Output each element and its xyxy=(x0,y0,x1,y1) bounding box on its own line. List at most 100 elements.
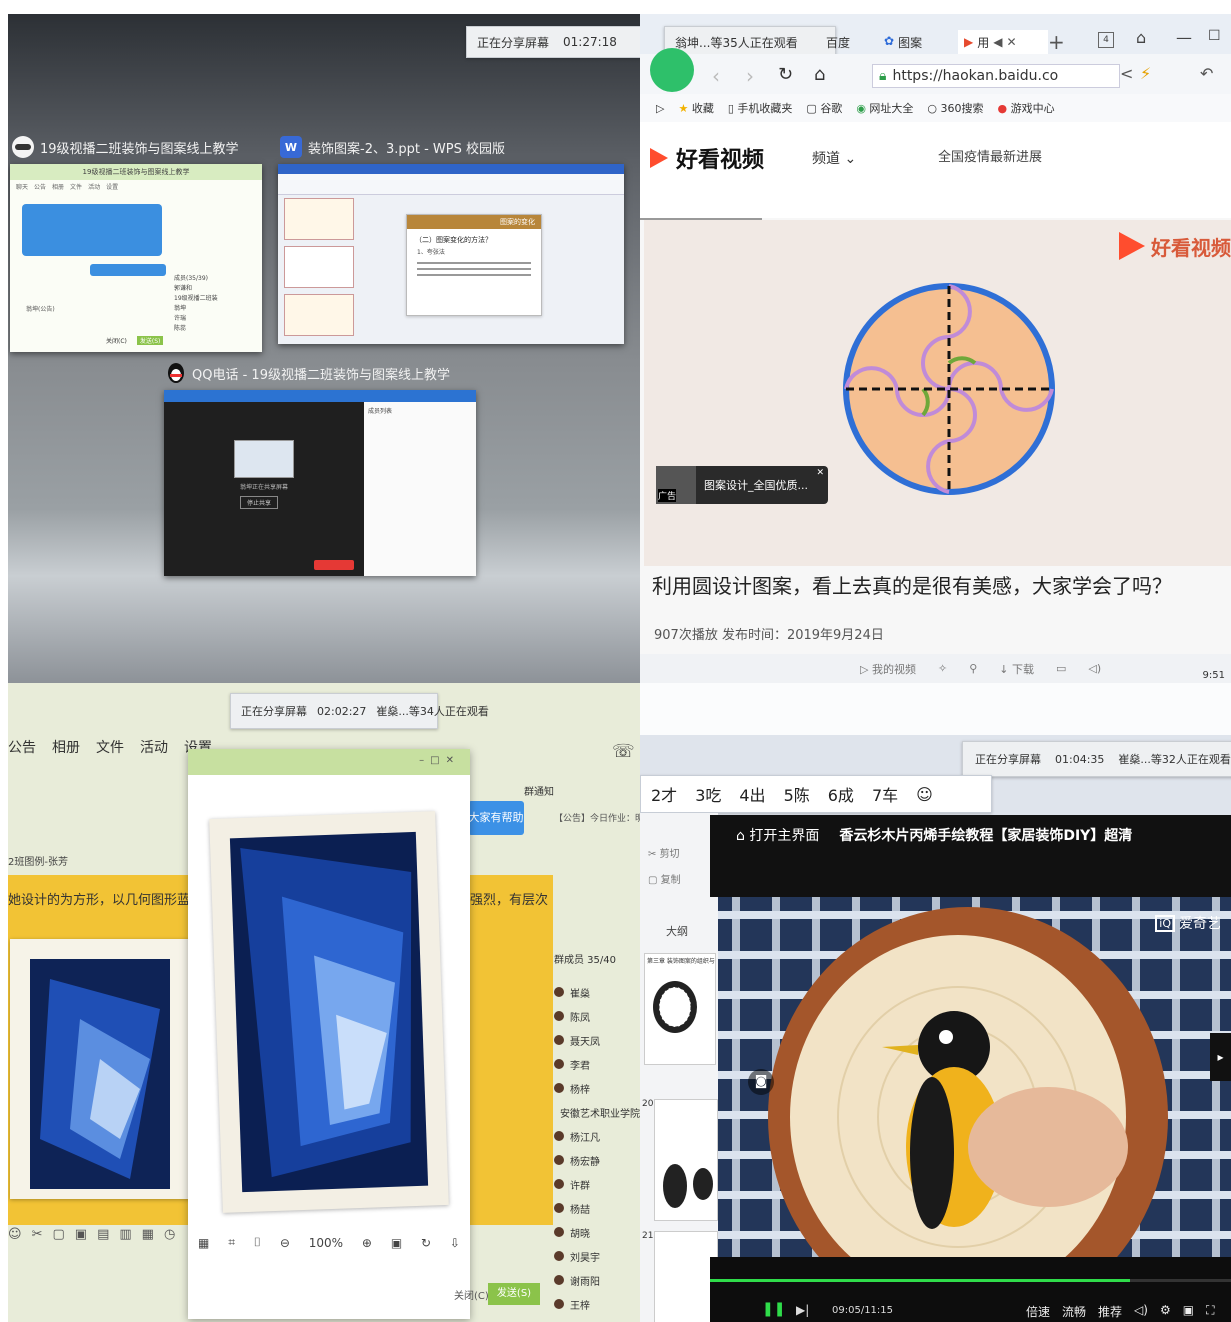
rotate-icon[interactable]: ↻ xyxy=(421,1236,431,1250)
close-button[interactable]: 关闭(C) xyxy=(454,1287,489,1302)
member-item[interactable]: 崔燊 xyxy=(554,980,640,1004)
slide-thumb[interactable] xyxy=(654,1099,718,1221)
original-size-icon[interactable]: ▣ xyxy=(391,1236,402,1250)
ime-candidate[interactable]: 3吃 xyxy=(695,782,721,806)
ppt-window-thumbnail[interactable]: 图案的变化 （二）图案变化的方法？ 1、夸张法 xyxy=(278,164,624,344)
site-logo[interactable]: 好看视频 xyxy=(648,142,764,174)
home-icon[interactable]: ⌂ xyxy=(814,64,825,85)
comment-icon[interactable]: ▭ xyxy=(1056,662,1066,675)
emoji-icon[interactable]: ☺ xyxy=(8,1227,22,1242)
bookmark-360[interactable]: ○ 360搜索 xyxy=(927,100,983,116)
quality-button[interactable]: 流畅 xyxy=(1062,1303,1086,1320)
ad-overlay[interactable]: 广告 图案设计_全国优质... ✕ xyxy=(656,466,828,504)
member-item[interactable]: 安徽艺术职业学院 xyxy=(554,1100,640,1124)
send-button[interactable]: 发送(S) xyxy=(488,1283,540,1305)
progress-track[interactable] xyxy=(710,1279,1231,1282)
volume-icon[interactable]: ◁) xyxy=(1088,662,1101,675)
share-icon[interactable]: < xyxy=(1120,64,1133,83)
bookmark-sites[interactable]: ◉ 网址大全 xyxy=(856,100,913,116)
scissors-icon[interactable]: ✂ xyxy=(32,1227,43,1242)
image-viewer-window[interactable]: –□✕ ▦ ⌗ ⌷ ⊖ 100% ⊕ ▣ ↻ ⇩ xyxy=(188,749,470,1319)
member-item[interactable]: 聂天凤 xyxy=(554,1028,640,1052)
fullscreen-icon[interactable]: ⛶ xyxy=(1206,1303,1214,1320)
student-artwork-thumbnail[interactable] xyxy=(10,939,190,1199)
copy-button[interactable]: ▢ 复制 xyxy=(648,871,681,886)
ime-candidate[interactable]: 2才 xyxy=(651,782,677,806)
ime-candidate[interactable]: 4出 xyxy=(739,782,765,806)
member-item[interactable]: 杨宏静 xyxy=(554,1148,640,1172)
download-button[interactable]: ↓ 下载 xyxy=(999,661,1034,677)
member-item[interactable]: 许群 xyxy=(554,1172,640,1196)
sidebar-toggle-icon[interactable]: ▷ xyxy=(656,102,664,115)
pip-icon[interactable]: ▣ xyxy=(1183,1303,1194,1320)
address-bar[interactable]: 🔒︎ https://haokan.baidu.co xyxy=(872,64,1120,88)
forward-icon[interactable]: › xyxy=(746,64,754,88)
slide-thumb[interactable]: 第三章 装饰图案的组织与表现 xyxy=(644,953,716,1065)
tab-album[interactable]: 相册 xyxy=(52,737,80,757)
tab-close-icon[interactable]: ✕ xyxy=(1006,35,1016,49)
ad-close-icon[interactable]: ✕ xyxy=(816,468,824,478)
member-item[interactable]: 李君 xyxy=(554,1052,640,1076)
calendar-icon[interactable]: ▦ xyxy=(142,1227,154,1242)
ime-candidate[interactable]: 7车 xyxy=(872,782,898,806)
back-icon[interactable]: ‹ xyxy=(712,64,720,88)
member-item[interactable]: 胡晓 xyxy=(554,1220,640,1244)
bookmark-games[interactable]: ● 游戏中心 xyxy=(998,100,1055,116)
tab-activity[interactable]: 活动 xyxy=(140,737,168,757)
refresh-icon[interactable]: ↻ xyxy=(778,64,793,85)
next-icon[interactable]: ▶| xyxy=(796,1303,809,1317)
zoom-in-icon[interactable]: ⊕ xyxy=(362,1236,372,1250)
save-icon[interactable]: ⇩ xyxy=(450,1236,460,1250)
member-item[interactable]: 谢雨阳 xyxy=(554,1268,640,1292)
recommend-button[interactable]: 推荐 xyxy=(1098,1303,1122,1320)
undo-icon[interactable]: ↶ xyxy=(1200,64,1213,83)
bookmark-google[interactable]: ▢ 谷歌 xyxy=(806,100,842,116)
ime-candidate[interactable]: 6成 xyxy=(828,782,854,806)
video-frame[interactable]: iQ 爱奇艺 ◙ xyxy=(718,897,1231,1257)
my-video-button[interactable]: ▷ 我的视频 xyxy=(860,661,916,677)
flash-icon[interactable]: ⚡ xyxy=(1140,64,1151,83)
tab-active[interactable]: ▶ 用 ◀ ✕ xyxy=(958,30,1048,54)
minimize-icon[interactable]: — xyxy=(1176,28,1192,47)
tab-files[interactable]: 文件 xyxy=(96,737,124,757)
speed-button[interactable]: 倍速 xyxy=(1026,1303,1050,1320)
channel-menu[interactable]: 频道 ⌄ xyxy=(812,148,856,168)
screen-share-bar[interactable]: 正在分享屏幕 01:04:35 崔燊...等32人正在观看 xyxy=(962,741,1231,777)
member-item[interactable]: 杨喆 xyxy=(554,1196,640,1220)
shirt-icon[interactable]: ⌂ xyxy=(1136,28,1146,47)
thumbnail-grid-icon[interactable]: ▦ xyxy=(198,1236,209,1250)
outline-tab[interactable]: 大纲 xyxy=(666,923,688,939)
tab-tuan[interactable]: ✿ 图案 xyxy=(884,34,922,51)
call-window-thumbnail[interactable]: 翁坤正在共享屏幕 停止共享 成员列表 xyxy=(164,390,476,576)
chat-window-thumbnail[interactable]: 19级视播二班装饰与图案线上教学 聊天 公告 相册 文件 活动 设置 成员(35… xyxy=(10,164,262,352)
zoom-out-icon[interactable]: ⊖ xyxy=(280,1236,290,1250)
fit-icon[interactable]: ⌗ xyxy=(228,1235,235,1250)
window-title-ppt[interactable]: W 装饰图案-2、3.ppt - WPS 校园版 xyxy=(280,136,505,158)
member-item[interactable]: 杨江凡 xyxy=(554,1124,640,1148)
new-tab-icon[interactable]: + xyxy=(1048,30,1065,54)
settings-icon[interactable]: ⚙ xyxy=(1160,1303,1171,1320)
history-icon[interactable]: ◷ xyxy=(164,1227,175,1242)
slide-thumb[interactable] xyxy=(654,1231,718,1322)
like-icon[interactable]: ✧ xyxy=(938,662,947,675)
member-item[interactable]: 陈凤 xyxy=(554,1004,640,1028)
pin-icon[interactable]: ⚲ xyxy=(969,662,977,675)
tab-baidu[interactable]: 百度 xyxy=(826,34,850,51)
video-player[interactable]: 好看视频 广告 图案设计_全国优质... ✕ xyxy=(644,220,1231,566)
window-title-call[interactable]: QQ电话 - 19级视播二班装饰与图案线上教学 xyxy=(166,362,450,384)
file-icon[interactable]: ▢ xyxy=(52,1227,64,1242)
bookmark-mobile[interactable]: ▯ 手机收藏夹 xyxy=(728,100,793,116)
tab-notice[interactable]: 公告 xyxy=(8,737,36,757)
tab-counter[interactable]: 4 xyxy=(1098,32,1114,48)
viewer-window-controls[interactable]: –□✕ xyxy=(419,755,460,766)
screen-share-bar[interactable]: 正在分享屏幕 01:27:18 xyxy=(466,26,654,58)
screen-share-bar[interactable]: 正在分享屏幕 02:02:27 崔燊...等34人正在观看 xyxy=(230,693,489,729)
pause-icon[interactable]: ❚❚ xyxy=(762,1301,785,1317)
camera-icon[interactable]: ◙ xyxy=(748,1069,774,1095)
nav-epidemic-link[interactable]: 全国疫情最新进展 xyxy=(938,146,1042,165)
ime-candidate[interactable]: 5陈 xyxy=(784,782,810,806)
window-title-chat[interactable]: 19级视播二班装饰与图案线上教学 xyxy=(12,136,239,158)
member-item[interactable]: 刘昊宇 xyxy=(554,1244,640,1268)
phone-icon[interactable]: ☏ xyxy=(612,741,635,762)
member-item[interactable]: 王梓 xyxy=(554,1292,640,1316)
